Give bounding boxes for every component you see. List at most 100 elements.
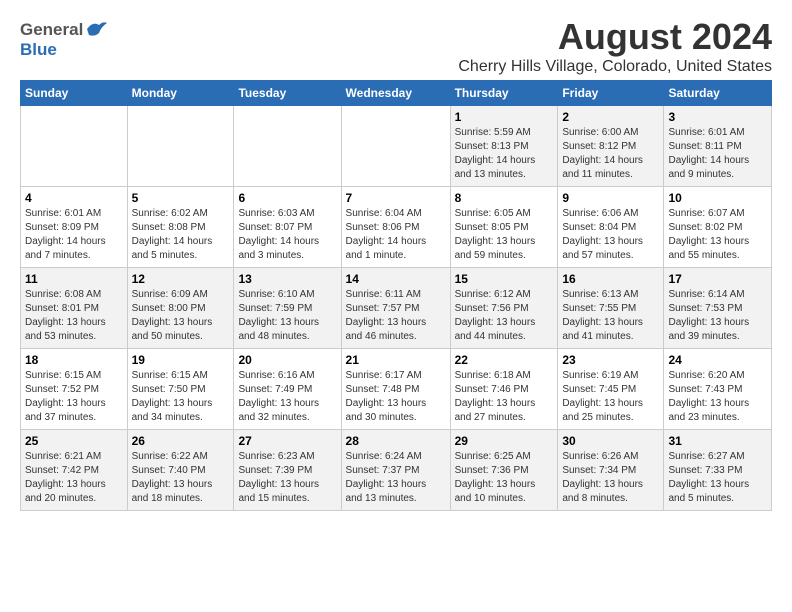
- subtitle: Cherry Hills Village, Colorado, United S…: [458, 58, 772, 76]
- day-cell: 16 Sunrise: 6:13 AMSunset: 7:55 PMDayligh…: [558, 268, 664, 349]
- day-info: Sunrise: 6:11 AMSunset: 7:57 PMDaylight:…: [346, 288, 446, 344]
- day-cell: 9 Sunrise: 6:06 AMSunset: 8:04 PMDaylight…: [558, 187, 664, 268]
- day-info: Sunrise: 6:00 AMSunset: 8:12 PMDaylight:…: [562, 126, 659, 182]
- day-number: 13: [238, 272, 336, 286]
- day-info: Sunrise: 6:12 AMSunset: 7:56 PMDaylight:…: [455, 288, 554, 344]
- day-number: 9: [562, 191, 659, 205]
- title-area: August 2024 Cherry Hills Village, Colora…: [458, 16, 772, 76]
- day-cell: 25Sunrise: 6:21 AMSunset: 7:42 PMDayligh…: [21, 430, 128, 511]
- day-number: 5: [132, 191, 230, 205]
- day-cell: [21, 106, 128, 187]
- day-cell: 4 Sunrise: 6:01 AMSunset: 8:09 PMDaylight…: [21, 187, 128, 268]
- day-info: Sunrise: 6:13 AMSunset: 7:55 PMDaylight:…: [562, 288, 659, 344]
- day-number: 22: [455, 353, 554, 367]
- day-info: Sunrise: 6:06 AMSunset: 8:04 PMDaylight:…: [562, 207, 659, 263]
- day-number: 4: [25, 191, 123, 205]
- day-info: Sunrise: 6:23 AMSunset: 7:39 PMDaylight:…: [238, 450, 336, 506]
- day-info: Sunrise: 6:18 AMSunset: 7:46 PMDaylight:…: [455, 369, 554, 425]
- header-row: Sunday Monday Tuesday Wednesday Thursday…: [21, 81, 772, 106]
- day-cell: 26Sunrise: 6:22 AMSunset: 7:40 PMDayligh…: [127, 430, 234, 511]
- week-row-3: 11 Sunrise: 6:08 AMSunset: 8:01 PMDayligh…: [21, 268, 772, 349]
- week-row-5: 25Sunrise: 6:21 AMSunset: 7:42 PMDayligh…: [21, 430, 772, 511]
- day-info: Sunrise: 6:02 AMSunset: 8:08 PMDaylight:…: [132, 207, 230, 263]
- col-thursday: Thursday: [450, 81, 558, 106]
- calendar-table: Sunday Monday Tuesday Wednesday Thursday…: [20, 80, 772, 511]
- day-info: Sunrise: 6:20 AMSunset: 7:43 PMDaylight:…: [668, 369, 767, 425]
- col-sunday: Sunday: [21, 81, 128, 106]
- day-cell: 11 Sunrise: 6:08 AMSunset: 8:01 PMDayligh…: [21, 268, 128, 349]
- day-number: 7: [346, 191, 446, 205]
- day-cell: 24 Sunrise: 6:20 AMSunset: 7:43 PMDayligh…: [664, 349, 772, 430]
- day-cell: 13 Sunrise: 6:10 AMSunset: 7:59 PMDayligh…: [234, 268, 341, 349]
- day-number: 25: [25, 434, 123, 448]
- day-cell: 29 Sunrise: 6:25 AMSunset: 7:36 PMDayligh…: [450, 430, 558, 511]
- day-number: 12: [132, 272, 230, 286]
- day-cell: 21 Sunrise: 6:17 AMSunset: 7:48 PMDayligh…: [341, 349, 450, 430]
- day-number: 18: [25, 353, 123, 367]
- day-info: Sunrise: 6:08 AMSunset: 8:01 PMDaylight:…: [25, 288, 123, 344]
- logo-bird-icon: [85, 19, 107, 37]
- day-number: 6: [238, 191, 336, 205]
- day-info: Sunrise: 6:10 AMSunset: 7:59 PMDaylight:…: [238, 288, 336, 344]
- col-monday: Monday: [127, 81, 234, 106]
- day-info: Sunrise: 6:14 AMSunset: 7:53 PMDaylight:…: [668, 288, 767, 344]
- day-cell: [341, 106, 450, 187]
- day-cell: [127, 106, 234, 187]
- day-number: 17: [668, 272, 767, 286]
- day-cell: 27 Sunrise: 6:23 AMSunset: 7:39 PMDayligh…: [234, 430, 341, 511]
- col-friday: Friday: [558, 81, 664, 106]
- day-info: Sunrise: 6:01 AMSunset: 8:09 PMDaylight:…: [25, 207, 123, 263]
- day-cell: [234, 106, 341, 187]
- header: General Blue August 2024 Cherry Hills Vi…: [20, 16, 772, 76]
- day-cell: 3 Sunrise: 6:01 AMSunset: 8:11 PMDaylight…: [664, 106, 772, 187]
- day-cell: 1 Sunrise: 5:59 AMSunset: 8:13 PMDaylight…: [450, 106, 558, 187]
- day-info: Sunrise: 6:24 AMSunset: 7:37 PMDaylight:…: [346, 450, 446, 506]
- day-number: 1: [455, 110, 554, 124]
- day-cell: 12 Sunrise: 6:09 AMSunset: 8:00 PMDayligh…: [127, 268, 234, 349]
- day-info: Sunrise: 6:09 AMSunset: 8:00 PMDaylight:…: [132, 288, 230, 344]
- day-cell: 28 Sunrise: 6:24 AMSunset: 7:37 PMDayligh…: [341, 430, 450, 511]
- day-cell: 5 Sunrise: 6:02 AMSunset: 8:08 PMDaylight…: [127, 187, 234, 268]
- day-cell: 15Sunrise: 6:12 AMSunset: 7:56 PMDayligh…: [450, 268, 558, 349]
- day-number: 16: [562, 272, 659, 286]
- day-cell: 17 Sunrise: 6:14 AMSunset: 7:53 PMDayligh…: [664, 268, 772, 349]
- day-info: Sunrise: 5:59 AMSunset: 8:13 PMDaylight:…: [455, 126, 554, 182]
- day-number: 14: [346, 272, 446, 286]
- day-info: Sunrise: 6:26 AMSunset: 7:34 PMDaylight:…: [562, 450, 659, 506]
- day-cell: 23 Sunrise: 6:19 AMSunset: 7:45 PMDayligh…: [558, 349, 664, 430]
- day-info: Sunrise: 6:27 AMSunset: 7:33 PMDaylight:…: [668, 450, 767, 506]
- day-number: 23: [562, 353, 659, 367]
- day-number: 19: [132, 353, 230, 367]
- day-info: Sunrise: 6:07 AMSunset: 8:02 PMDaylight:…: [668, 207, 767, 263]
- week-row-4: 18Sunrise: 6:15 AMSunset: 7:52 PMDayligh…: [21, 349, 772, 430]
- main-title: August 2024: [458, 16, 772, 58]
- day-number: 10: [668, 191, 767, 205]
- day-info: Sunrise: 6:25 AMSunset: 7:36 PMDaylight:…: [455, 450, 554, 506]
- day-number: 28: [346, 434, 446, 448]
- day-number: 2: [562, 110, 659, 124]
- day-cell: 18Sunrise: 6:15 AMSunset: 7:52 PMDayligh…: [21, 349, 128, 430]
- day-number: 24: [668, 353, 767, 367]
- col-saturday: Saturday: [664, 81, 772, 106]
- day-info: Sunrise: 6:17 AMSunset: 7:48 PMDaylight:…: [346, 369, 446, 425]
- day-info: Sunrise: 6:19 AMSunset: 7:45 PMDaylight:…: [562, 369, 659, 425]
- day-info: Sunrise: 6:03 AMSunset: 8:07 PMDaylight:…: [238, 207, 336, 263]
- day-number: 30: [562, 434, 659, 448]
- week-row-2: 4 Sunrise: 6:01 AMSunset: 8:09 PMDaylight…: [21, 187, 772, 268]
- col-tuesday: Tuesday: [234, 81, 341, 106]
- logo-blue: Blue: [20, 40, 57, 60]
- day-cell: 8Sunrise: 6:05 AMSunset: 8:05 PMDaylight…: [450, 187, 558, 268]
- day-number: 29: [455, 434, 554, 448]
- day-info: Sunrise: 6:15 AMSunset: 7:50 PMDaylight:…: [132, 369, 230, 425]
- day-cell: 10 Sunrise: 6:07 AMSunset: 8:02 PMDayligh…: [664, 187, 772, 268]
- day-number: 3: [668, 110, 767, 124]
- day-info: Sunrise: 6:01 AMSunset: 8:11 PMDaylight:…: [668, 126, 767, 182]
- day-number: 8: [455, 191, 554, 205]
- day-number: 11: [25, 272, 123, 286]
- day-cell: 7Sunrise: 6:04 AMSunset: 8:06 PMDaylight…: [341, 187, 450, 268]
- day-number: 27: [238, 434, 336, 448]
- logo: General Blue: [20, 20, 107, 60]
- day-cell: 22 Sunrise: 6:18 AMSunset: 7:46 PMDayligh…: [450, 349, 558, 430]
- day-number: 21: [346, 353, 446, 367]
- day-number: 26: [132, 434, 230, 448]
